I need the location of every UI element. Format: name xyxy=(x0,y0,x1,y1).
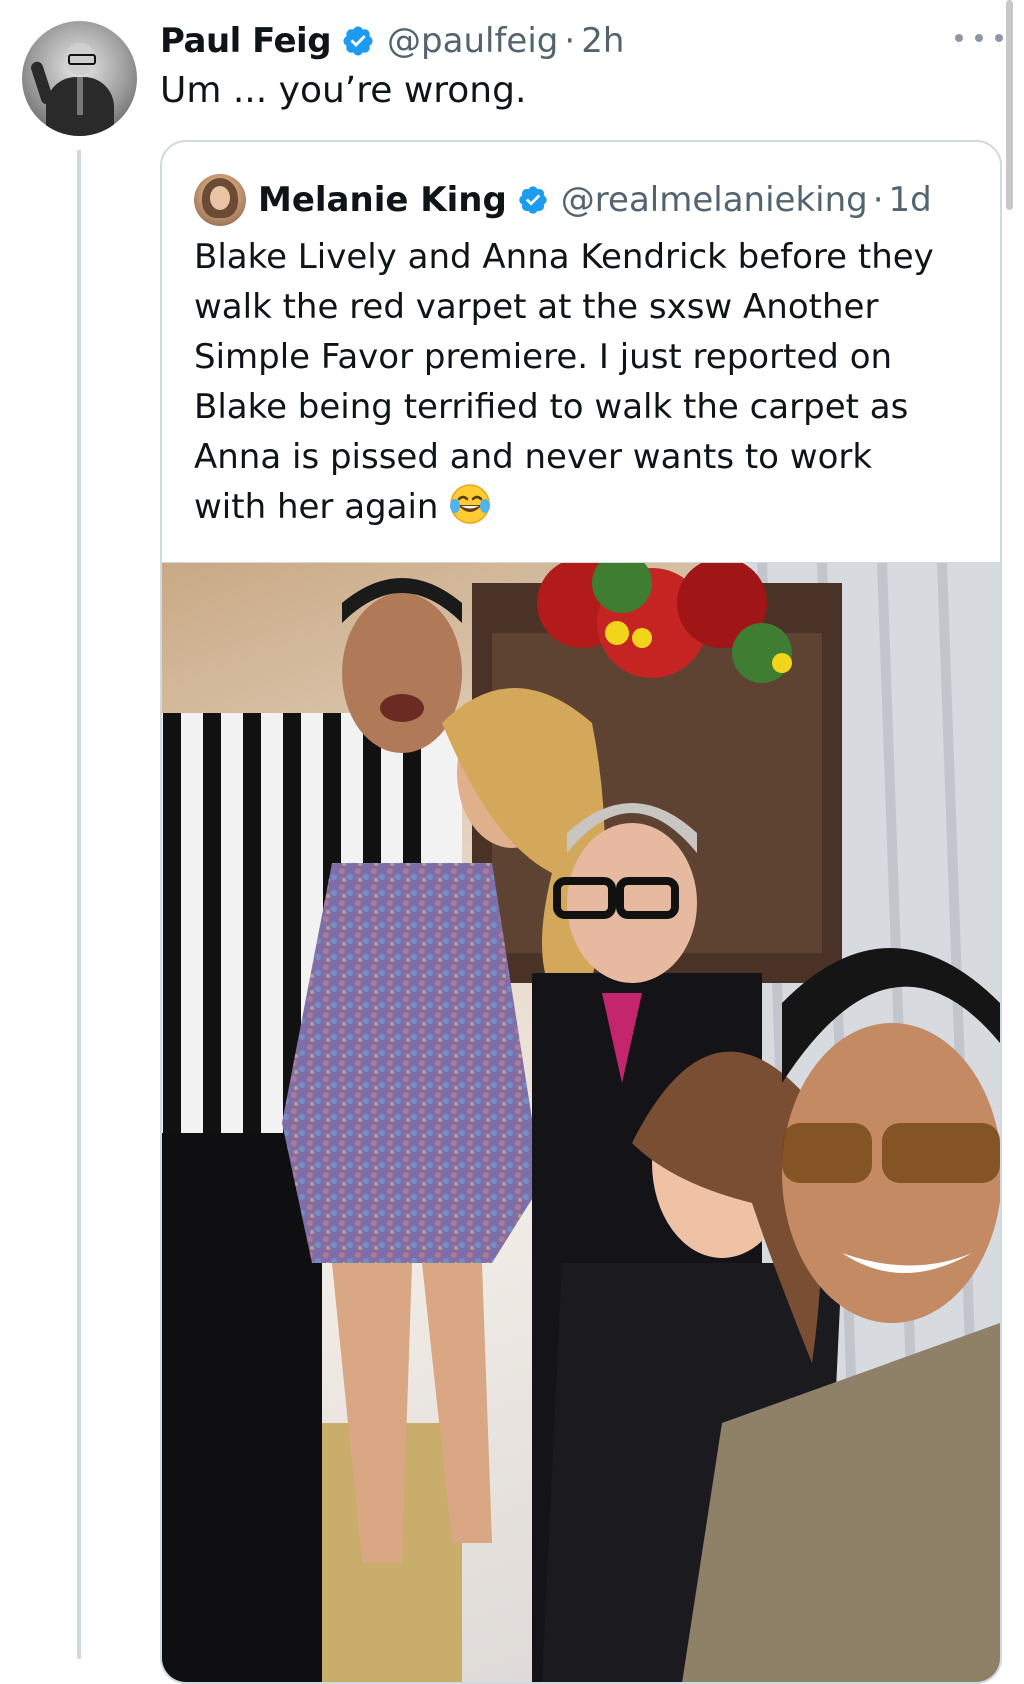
separator-dot: · xyxy=(564,21,576,61)
quoted-tweet-header: Melanie King @realmelanieking · 1d xyxy=(194,172,932,228)
quoted-text-line: Simple Favor premiere. I just reported o… xyxy=(194,337,893,377)
scrollbar[interactable] xyxy=(1006,0,1013,210)
thread-line xyxy=(77,150,81,1659)
separator-dot: · xyxy=(872,180,884,220)
quoted-tweet-text: Blake Lively and Anna Kendrick before th… xyxy=(194,232,984,532)
quoted-timestamp[interactable]: 1d xyxy=(889,180,932,220)
face-with-tears-of-joy-icon xyxy=(450,484,491,524)
photo-illustration xyxy=(162,563,1000,1682)
verified-badge-icon xyxy=(343,26,373,56)
quoted-text-line: Anna is pissed and never wants to work xyxy=(194,437,873,477)
quoted-text-line: Blake being terrified to walk the carpet… xyxy=(194,387,909,427)
attached-photo[interactable] xyxy=(162,562,1000,1682)
tweet-timestamp[interactable]: 2h xyxy=(581,21,624,61)
author-handle[interactable]: @paulfeig xyxy=(387,21,558,61)
author-avatar[interactable] xyxy=(22,21,137,136)
tweet-text: Um ... you’re wrong. xyxy=(160,70,527,111)
author-name[interactable]: Paul Feig xyxy=(160,21,332,61)
quoted-text-line: walk the red varpet at the sxsw Another xyxy=(194,287,879,327)
quoted-text-line: Blake Lively and Anna Kendrick before th… xyxy=(194,237,934,277)
tweet-header: Paul Feig @paulfeig · 2h xyxy=(160,16,624,66)
verified-badge-icon xyxy=(519,186,547,214)
quoted-tweet-card[interactable]: Melanie King @realmelanieking · 1d Blake… xyxy=(160,140,1002,1684)
quoted-author-name[interactable]: Melanie King xyxy=(258,180,507,220)
quoted-text-line: with her again xyxy=(194,487,439,527)
quoted-author-avatar[interactable] xyxy=(194,174,246,226)
quoted-text-line-last: with her again xyxy=(194,482,984,532)
quoted-author-handle[interactable]: @realmelanieking xyxy=(561,180,868,220)
more-options-icon[interactable] xyxy=(955,27,1003,49)
